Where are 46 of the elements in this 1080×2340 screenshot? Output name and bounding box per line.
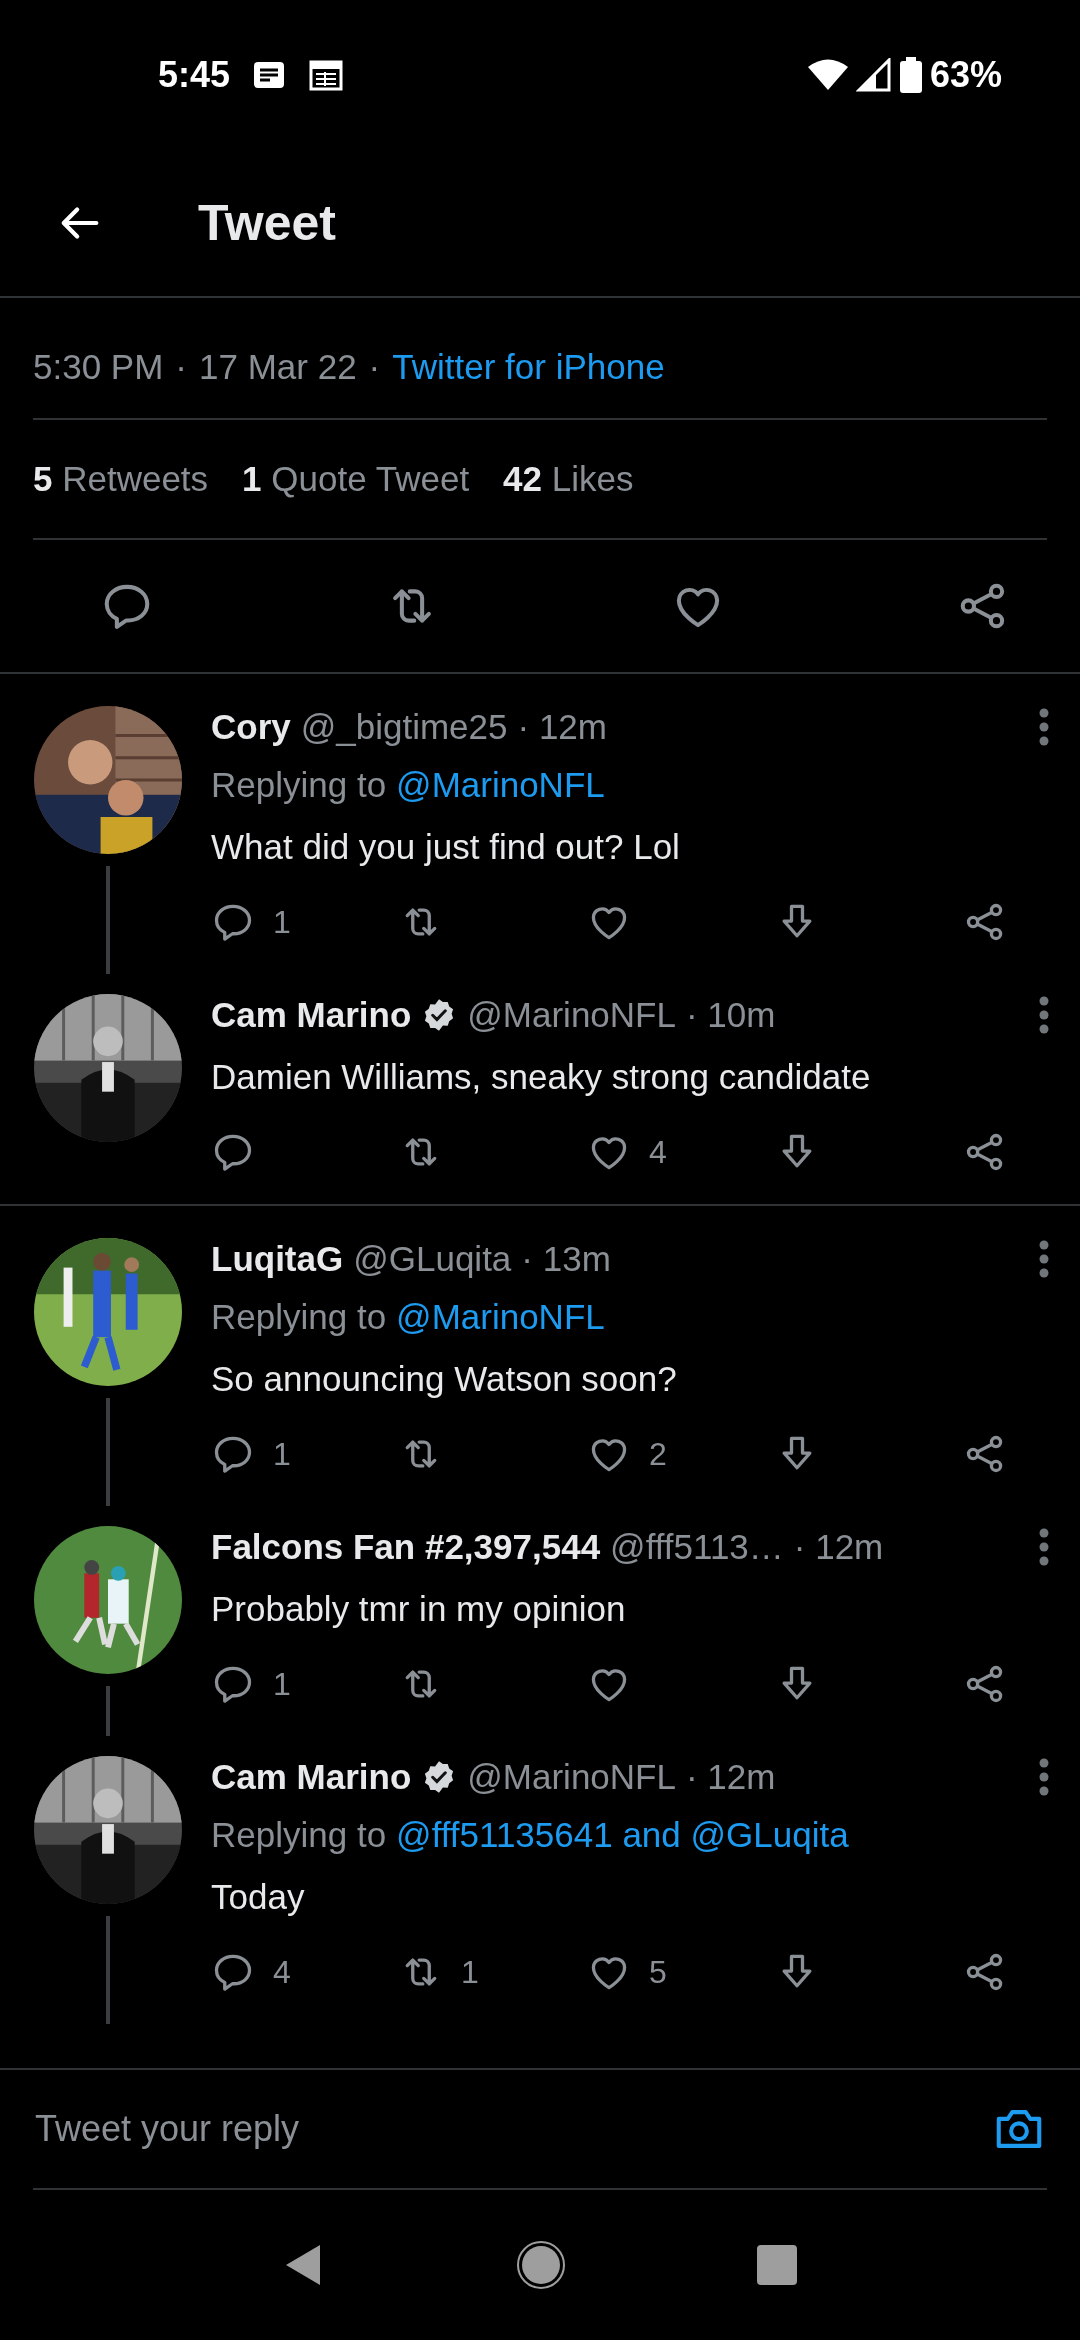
author-name: Cory <box>211 707 291 747</box>
reply-text: Damien Williams, sneaky strong candidate <box>211 1056 872 1098</box>
reply-button[interactable]: 1 <box>211 1662 399 1706</box>
author-handle: @fff5113… <box>610 1527 784 1567</box>
like-button[interactable]: 2 <box>587 1432 775 1476</box>
reply-time: · 13m <box>521 1239 611 1279</box>
mention-link[interactable]: @fff51135641 and @GLuqita <box>396 1815 849 1855</box>
tweet-meta: · <box>175 347 187 387</box>
replying-label: Replying to <box>211 1297 387 1337</box>
reply-time: · 10m <box>685 995 776 1035</box>
author-name: LuqitaG <box>211 1239 344 1279</box>
author-name: Cam Marino <box>211 1757 412 1797</box>
author-handle: @MarinoNFL <box>467 1757 676 1797</box>
like-button[interactable]: 4 <box>587 1130 775 1174</box>
tweet-meta: · <box>368 347 381 387</box>
page-title: Tweet <box>198 194 336 252</box>
author-handle: @MarinoNFL <box>467 995 676 1035</box>
mention-link[interactable]: @MarinoNFL <box>396 1297 605 1337</box>
battery-percent: 63% <box>929 54 1002 96</box>
replying-label: Replying to <box>211 1815 387 1855</box>
reply-button[interactable]: 4 <box>211 1950 399 1994</box>
reply-time: · 12m <box>517 707 607 747</box>
reply-button[interactable]: 1 <box>211 1432 399 1476</box>
reply-text: So announcing Watson soon? <box>211 1358 678 1400</box>
reply-text: Today <box>211 1876 306 1918</box>
retweet-button[interactable]: 1 <box>399 1950 587 1994</box>
reply-time: · 12m <box>685 1757 776 1797</box>
author-handle: @GLuqita <box>353 1239 512 1279</box>
tweet-meta: 17 Mar 22 <box>199 347 357 387</box>
reply-button[interactable]: 1 <box>211 900 399 944</box>
author-name: Cam Marino <box>211 995 412 1035</box>
stat-link[interactable]: 5 Retweets <box>33 459 209 499</box>
reply-text: What did you just find out? Lol <box>211 826 681 868</box>
author-name: Falcons Fan #2,397,544 <box>211 1527 601 1567</box>
status-time: 5:45 <box>158 54 231 96</box>
reply-input[interactable]: Tweet your reply <box>33 2107 991 2151</box>
stat-link[interactable]: 1 Quote Tweet <box>242 459 470 499</box>
source-link[interactable]: Twitter for iPhone <box>392 347 665 387</box>
mention-link[interactable]: @MarinoNFL <box>396 765 605 805</box>
tweet-meta: 5:30 PM <box>33 347 164 387</box>
stat-link[interactable]: 42 Likes <box>503 459 634 499</box>
reply-text: Probably tmr in my opinion <box>211 1588 627 1630</box>
reply-time: · 12m <box>793 1527 884 1567</box>
replying-label: Replying to <box>211 765 387 805</box>
like-button[interactable]: 5 <box>587 1950 775 1994</box>
author-handle: @_bigtime25 <box>300 707 508 747</box>
